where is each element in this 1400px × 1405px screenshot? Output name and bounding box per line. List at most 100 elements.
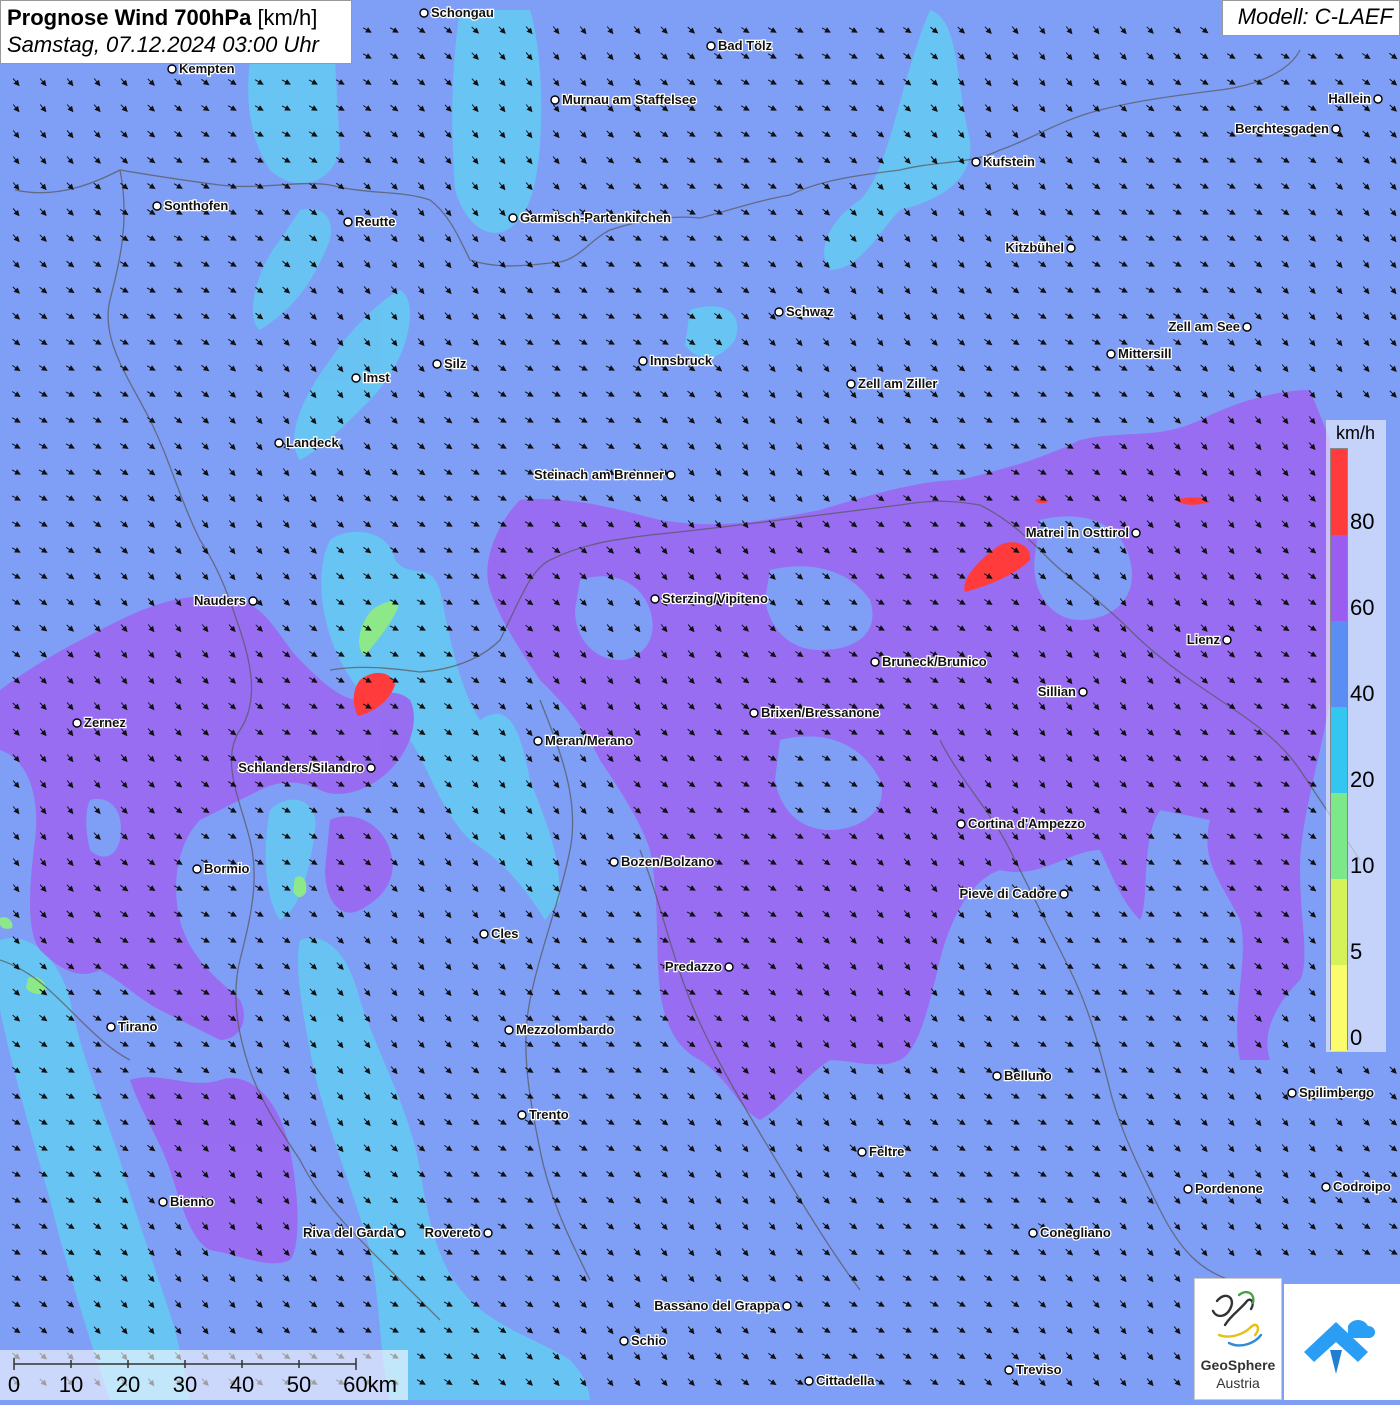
city-label: Cortina d'Ampezzo — [968, 816, 1085, 831]
city-marker: Cittadella — [804, 1372, 876, 1389]
city-dot — [1131, 528, 1141, 538]
city-marker: Mezzolombardo — [504, 1021, 615, 1038]
legend-label-5: 5 — [1350, 939, 1363, 964]
city-label: Sillian — [1038, 684, 1076, 699]
city-dot — [1242, 322, 1252, 332]
city-dot — [366, 763, 376, 773]
city-dot — [870, 657, 880, 667]
city-dot — [1222, 635, 1232, 645]
city-label: Brixen/Bressanone — [761, 705, 880, 720]
city-marker: Riva del Garda — [302, 1224, 406, 1241]
city-label: Conegliano — [1040, 1225, 1111, 1240]
city-marker: Cortina d'Ampezzo — [956, 815, 1086, 832]
legend-label-60: 60 — [1350, 595, 1375, 620]
legend-seg-20 — [1331, 707, 1347, 793]
city-dot — [706, 41, 716, 51]
city-label: Mezzolombardo — [516, 1022, 614, 1037]
city-label: Meran/Merano — [545, 733, 633, 748]
city-dot — [1059, 889, 1069, 899]
city-dot — [956, 819, 966, 829]
city-dot — [971, 157, 981, 167]
city-label: Schwaz — [786, 304, 834, 319]
city-marker: Brixen/Bressanone — [749, 704, 881, 721]
city-label: Tirano — [118, 1019, 158, 1034]
scale-label-40: 40 — [229, 1372, 255, 1397]
city-marker: Meran/Merano — [533, 732, 634, 749]
city-marker: Garmisch-Partenkirchen — [508, 209, 672, 226]
city-dot — [533, 736, 543, 746]
legend-seg-40 — [1331, 621, 1347, 707]
city-label: Sterzing/Vipiteno — [662, 591, 768, 606]
legend-label-80: 80 — [1350, 509, 1375, 534]
city-dot — [396, 1228, 406, 1238]
city-marker: Murnau am Staffelsee — [550, 91, 698, 108]
legend-seg-0 — [1331, 965, 1347, 1051]
city-label: Imst — [363, 370, 390, 385]
city-label: Bozen/Bolzano — [621, 854, 714, 869]
city-dot — [1004, 1365, 1014, 1375]
city-label: Spilimbergo — [1299, 1085, 1374, 1100]
city-label: Predazzo — [665, 959, 722, 974]
city-dot — [72, 718, 82, 728]
city-label: Murnau am Staffelsee — [562, 92, 696, 107]
city-label: Schio — [631, 1333, 666, 1348]
scale-label-0: 0 — [7, 1372, 21, 1397]
legend-unit: km/h — [1336, 423, 1376, 443]
city-dot — [158, 1197, 168, 1207]
city-dot — [517, 1110, 527, 1120]
city-dot — [274, 438, 284, 448]
legend-colorbar — [1330, 448, 1348, 1051]
city-label: Bassano del Grappa — [654, 1298, 780, 1313]
city-dot — [1321, 1182, 1331, 1192]
city-dot — [782, 1301, 792, 1311]
map-title: Prognose Wind 700hPa [km/h] — [7, 5, 345, 31]
city-dot — [1287, 1088, 1297, 1098]
city-label: Rovereto — [425, 1225, 481, 1240]
legend-label-40: 40 — [1350, 681, 1375, 706]
city-label: Garmisch-Partenkirchen — [520, 210, 671, 225]
city-dot — [550, 95, 560, 105]
scale-label-50: 50 — [286, 1372, 312, 1397]
city-label: Bienno — [170, 1194, 214, 1209]
city-dot — [479, 929, 489, 939]
city-label: Riva del Garda — [303, 1225, 395, 1240]
city-dot — [749, 708, 759, 718]
legend-label-10: 10 — [1350, 853, 1375, 878]
city-marker: Zell am Ziller — [846, 375, 939, 392]
city-label: Cles — [491, 926, 518, 941]
city-label: Innsbruck — [650, 353, 713, 368]
legend-seg-60 — [1331, 535, 1347, 621]
city-label: Sonthofen — [164, 198, 228, 213]
city-dot — [504, 1025, 514, 1035]
city-dot — [638, 356, 648, 366]
city-dot — [351, 373, 361, 383]
city-dot — [106, 1022, 116, 1032]
city-marker: Pordenone — [1183, 1180, 1264, 1197]
geosphere-logo[interactable]: GeoSphere Austria — [1194, 1278, 1282, 1400]
city-dot — [846, 379, 856, 389]
city-label: Bormio — [204, 861, 250, 876]
city-label: Zernez — [84, 715, 126, 730]
city-marker: Sterzing/Vipiteno — [650, 590, 769, 607]
city-marker: Zell am See — [1167, 318, 1252, 335]
city-dot — [857, 1147, 867, 1157]
wind-map: SchongauBad TölzKemptenMurnau am Staffel… — [0, 0, 1400, 1400]
city-marker: Steinach am Brenner — [533, 466, 676, 483]
weather-app-logo[interactable] — [1284, 1284, 1400, 1400]
city-dot — [619, 1336, 629, 1346]
geosphere-logo-country: Austria — [1216, 1375, 1260, 1391]
city-label: Berchtesgaden — [1235, 121, 1329, 136]
city-dot — [1183, 1184, 1193, 1194]
title-panel: Prognose Wind 700hPa [km/h] Samstag, 07.… — [0, 0, 352, 64]
city-dot — [483, 1228, 493, 1238]
city-label: Hallein — [1328, 91, 1371, 106]
city-marker: Schongau — [419, 4, 495, 21]
city-label: Treviso — [1016, 1362, 1062, 1377]
map-title-text: Prognose Wind 700hPa — [7, 5, 252, 30]
city-label: Nauders — [194, 593, 246, 608]
city-marker: Sonthofen — [152, 197, 230, 214]
city-dot — [804, 1376, 814, 1386]
model-label: Modell: C-LAEF — [1222, 0, 1400, 36]
city-dot — [774, 307, 784, 317]
city-label: Landeck — [286, 435, 340, 450]
